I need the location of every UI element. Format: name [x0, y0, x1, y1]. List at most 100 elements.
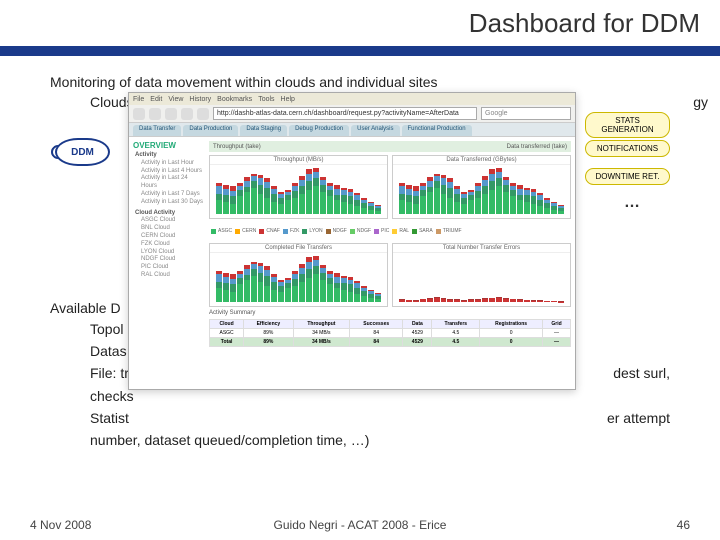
pill-notifications: NOTIFICATIONS [585, 140, 670, 157]
chart-bar [399, 299, 405, 302]
chart-bar [216, 183, 222, 214]
chart-bar [348, 277, 354, 302]
reload-icon[interactable] [165, 108, 177, 120]
chart-bar [531, 189, 537, 214]
browser-toolbar: http://dashb-atlas-data.cern.ch/dashboar… [129, 105, 575, 123]
browser-menubar: File Edit View History Bookmarks Tools Help [129, 93, 575, 105]
chart-bar [216, 271, 222, 302]
chart-bar [406, 185, 412, 214]
table-cell: 4.5 [432, 329, 480, 338]
legend-item: CERN [235, 228, 256, 234]
title-bar: Dashboard for DDM [0, 0, 720, 56]
sidebar-group[interactable]: Activity [133, 152, 205, 160]
menu-view[interactable]: View [168, 96, 183, 103]
chart-bar [361, 198, 367, 214]
sidebar-item[interactable]: Activity in Last 4 Hours [133, 168, 205, 176]
table-header: Successes [350, 320, 403, 329]
chart-bar [285, 190, 291, 214]
sidebar-item[interactable]: ASGC Cloud [133, 217, 205, 225]
tab-data-production[interactable]: Data Production [183, 125, 238, 136]
tab-functional-production[interactable]: Functional Production [402, 125, 472, 136]
url-input[interactable]: http://dashb-atlas-data.cern.ch/dashboar… [213, 107, 477, 120]
summary-table: CloudEfficiencyThroughputSuccessesDataTr… [209, 319, 571, 347]
chart-bar [427, 177, 433, 214]
table-header: Data [403, 320, 432, 329]
chart-bar [299, 176, 305, 214]
stop-icon[interactable] [181, 108, 193, 120]
sidebar-item[interactable]: Activity in Last 24 Hours [133, 175, 205, 191]
tab-user-analysis[interactable]: User Analysis [351, 125, 399, 136]
chart-bar [434, 297, 440, 302]
chart-bar [537, 193, 543, 214]
menu-help[interactable]: Help [281, 96, 295, 103]
chart-bar [454, 299, 460, 302]
chart-bar [413, 186, 419, 214]
dashboard-main: Throughput (take) Data transferred (take… [209, 141, 571, 385]
sidebar-item[interactable]: Activity in Last 7 Days [133, 191, 205, 199]
back-icon[interactable] [133, 108, 145, 120]
sidebar-group[interactable]: Cloud Activity [133, 210, 205, 218]
tab-data-transfer[interactable]: Data Transfer [133, 125, 181, 136]
chart-bar [420, 299, 426, 302]
chart-bar [558, 301, 564, 302]
lower-sub: number, dataset queued/completion time, … [90, 431, 670, 449]
chart-throughput: Throughput (MB/s) [209, 155, 388, 219]
sidebar-item[interactable]: RAL Cloud [133, 272, 205, 280]
menu-bookmarks[interactable]: Bookmarks [217, 96, 252, 103]
menu-tools[interactable]: Tools [258, 96, 274, 103]
menu-file[interactable]: File [133, 96, 144, 103]
bullet-main-1: Monitoring of data movement within cloud… [50, 74, 670, 90]
forward-icon[interactable] [149, 108, 161, 120]
chart-bar [251, 262, 257, 302]
chart-bar [496, 297, 502, 302]
chart-bar [264, 178, 270, 214]
table-header: Transfers [432, 320, 480, 329]
sidebar-item[interactable]: LYON Cloud [133, 249, 205, 257]
chart-bar [420, 183, 426, 214]
tab-data-staging[interactable]: Data Staging [240, 125, 287, 136]
table-header: Cloud [210, 320, 244, 329]
legend-item: RAL [392, 228, 409, 234]
dash-header-left: Throughput (take) [213, 144, 261, 150]
legend-item: NDGF [350, 228, 371, 234]
chart-bar [434, 174, 440, 214]
chart-bar [223, 185, 229, 214]
footer: 4 Nov 2008 Guido Negri - ACAT 2008 - Eri… [0, 518, 720, 532]
table-cell: 0 [480, 329, 543, 338]
sidebar-item[interactable]: FZK Cloud [133, 241, 205, 249]
chart-bar [327, 271, 333, 302]
table-cell: 89% [244, 329, 293, 338]
chart-row-2: Completed File Transfers Total Number Tr… [209, 243, 571, 307]
sidebar-item[interactable]: NDGF Cloud [133, 256, 205, 264]
chart-bar [524, 300, 530, 302]
chart-bar [237, 271, 243, 302]
chart-bar [334, 185, 340, 214]
table-total-cell: Total [210, 338, 244, 347]
chart-bar [531, 300, 537, 302]
table-header: Throughput [293, 320, 350, 329]
home-icon[interactable] [197, 108, 209, 120]
search-input[interactable]: Google [481, 107, 571, 120]
sidebar-item[interactable]: CERN Cloud [133, 233, 205, 241]
sidebar-item[interactable]: BNL Cloud [133, 225, 205, 233]
chart-bar [292, 271, 298, 302]
chart-bar [510, 299, 516, 302]
chart-bar [230, 186, 236, 214]
sidebar-item[interactable]: PIC Cloud [133, 264, 205, 272]
sidebar-item[interactable]: Activity in Last 30 Days [133, 199, 205, 207]
dash-header-right: Data transferred (take) [507, 144, 567, 150]
chart-bar [475, 299, 481, 302]
menu-edit[interactable]: Edit [150, 96, 162, 103]
chart-bar [544, 198, 550, 214]
tab-debug-production[interactable]: Debug Production [289, 125, 349, 136]
chart-bar [244, 177, 250, 214]
chart-bar [503, 298, 509, 302]
chart-bar [427, 298, 433, 302]
sidebar-item[interactable]: Activity in Last Hour [133, 160, 205, 168]
chart-bar [468, 190, 474, 214]
chart-bar [489, 169, 495, 214]
menu-history[interactable]: History [189, 96, 211, 103]
chart-bar [292, 183, 298, 214]
chart-bar [334, 273, 340, 302]
chart-bar [517, 185, 523, 214]
